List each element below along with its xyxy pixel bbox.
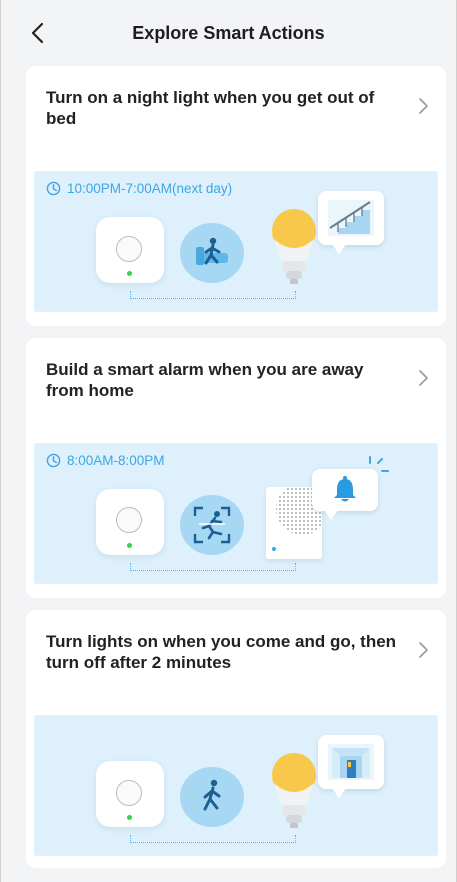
page-title: Explore Smart Actions — [132, 22, 325, 43]
smart-action-card-lights-come-go[interactable]: Turn lights on when you come and go, the… — [26, 610, 446, 868]
card-title: Turn on a night light when you get out o… — [46, 88, 375, 128]
hub-icon — [96, 217, 164, 283]
smart-action-card-smart-alarm[interactable]: Build a smart alarm when you are away fr… — [26, 338, 446, 598]
clock-icon — [46, 181, 61, 196]
card-title: Turn lights on when you come and go, the… — [46, 632, 397, 672]
chevron-right-icon — [419, 98, 428, 114]
walking-person-icon — [180, 767, 244, 827]
motion-sensor-bed-icon — [180, 223, 244, 283]
connection-line — [130, 291, 296, 299]
stairs-icon — [328, 200, 374, 236]
chevron-left-icon — [31, 22, 44, 44]
hub-icon — [96, 489, 164, 555]
card-header[interactable]: Turn on a night light when you get out o… — [26, 66, 446, 166]
back-button[interactable] — [23, 18, 51, 48]
clock-icon — [46, 453, 61, 468]
schedule-label: 8:00AM-8:00PM — [46, 453, 165, 468]
alert-sparks-icon — [369, 456, 389, 472]
light-bulb-icon — [272, 209, 316, 284]
bell-icon — [334, 476, 356, 502]
card-header[interactable]: Turn lights on when you come and go, the… — [26, 610, 446, 710]
chevron-right-icon — [419, 370, 428, 386]
card-header[interactable]: Build a smart alarm when you are away fr… — [26, 338, 446, 438]
connection-line — [130, 563, 296, 571]
scene-illustration: 10:00PM-7:00AM(next day) — [34, 171, 438, 312]
hub-icon — [96, 761, 164, 827]
scene-illustration: 8:00AM-8:00PM — [34, 443, 438, 584]
door-bubble — [318, 735, 384, 798]
schedule-label: 10:00PM-7:00AM(next day) — [46, 181, 232, 196]
door-icon — [328, 744, 374, 780]
motion-detection-icon — [180, 495, 244, 555]
chevron-right-icon — [419, 642, 428, 658]
light-bulb-icon — [272, 753, 316, 828]
stairs-bubble — [318, 191, 384, 254]
schedule-time: 8:00AM-8:00PM — [67, 453, 165, 468]
schedule-time: 10:00PM-7:00AM(next day) — [67, 181, 233, 196]
smart-action-card-night-light[interactable]: Turn on a night light when you get out o… — [26, 66, 446, 326]
scene-illustration — [34, 715, 438, 856]
card-title: Build a smart alarm when you are away fr… — [46, 360, 364, 400]
connection-line — [130, 835, 296, 843]
app-header: Explore Smart Actions — [1, 0, 456, 66]
